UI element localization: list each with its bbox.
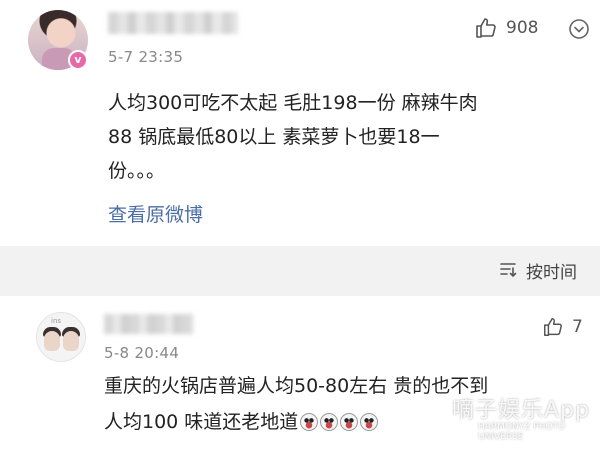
username-blurred[interactable] <box>108 12 238 34</box>
crying-face-emoji-icon <box>300 413 319 431</box>
comment-text: 人均300可吃不太起 毛肚198一份 麻辣牛肉 88 锅底最低80以上 素菜萝卜… <box>108 86 578 188</box>
emoji-row <box>298 411 379 433</box>
comment-line: 人均300可吃不太起 毛肚198一份 麻辣牛肉 <box>108 92 478 114</box>
comment-timestamp: 5-8 20:44 <box>104 344 180 362</box>
comment-line: 份。。。 <box>108 160 166 182</box>
like-count: 908 <box>506 18 539 38</box>
crying-face-emoji-icon <box>320 413 339 431</box>
thumbs-up-icon <box>542 316 564 338</box>
username-blurred[interactable] <box>104 314 194 334</box>
like-button[interactable]: 908 <box>474 16 538 40</box>
more-options-icon[interactable] <box>568 18 590 44</box>
like-button[interactable]: 7 <box>542 316 583 338</box>
comment-line: 人均100 味道还老地道 <box>104 411 299 433</box>
like-count: 7 <box>572 317 583 337</box>
comment-line: 88 锅底最低80以上 素菜萝卜也要18一 <box>108 126 440 148</box>
watermark-logo: 嘀子娱乐App <box>452 398 590 423</box>
view-original-link[interactable]: 查看原微博 <box>108 200 203 227</box>
watermark-subtitle: HARMONYZ PHOTO UNIVERSE <box>478 422 566 442</box>
sort-by-time-button[interactable]: 按时间 <box>498 258 577 283</box>
sort-label: 按时间 <box>526 263 577 283</box>
verified-badge: v <box>68 50 88 70</box>
crying-face-emoji-icon <box>340 413 359 431</box>
avatar[interactable]: ins <box>36 312 86 362</box>
comment-timestamp: 5-7 23:35 <box>108 48 184 66</box>
sort-icon <box>498 259 518 283</box>
crying-face-emoji-icon <box>360 413 379 431</box>
thumbs-up-icon <box>474 16 498 40</box>
